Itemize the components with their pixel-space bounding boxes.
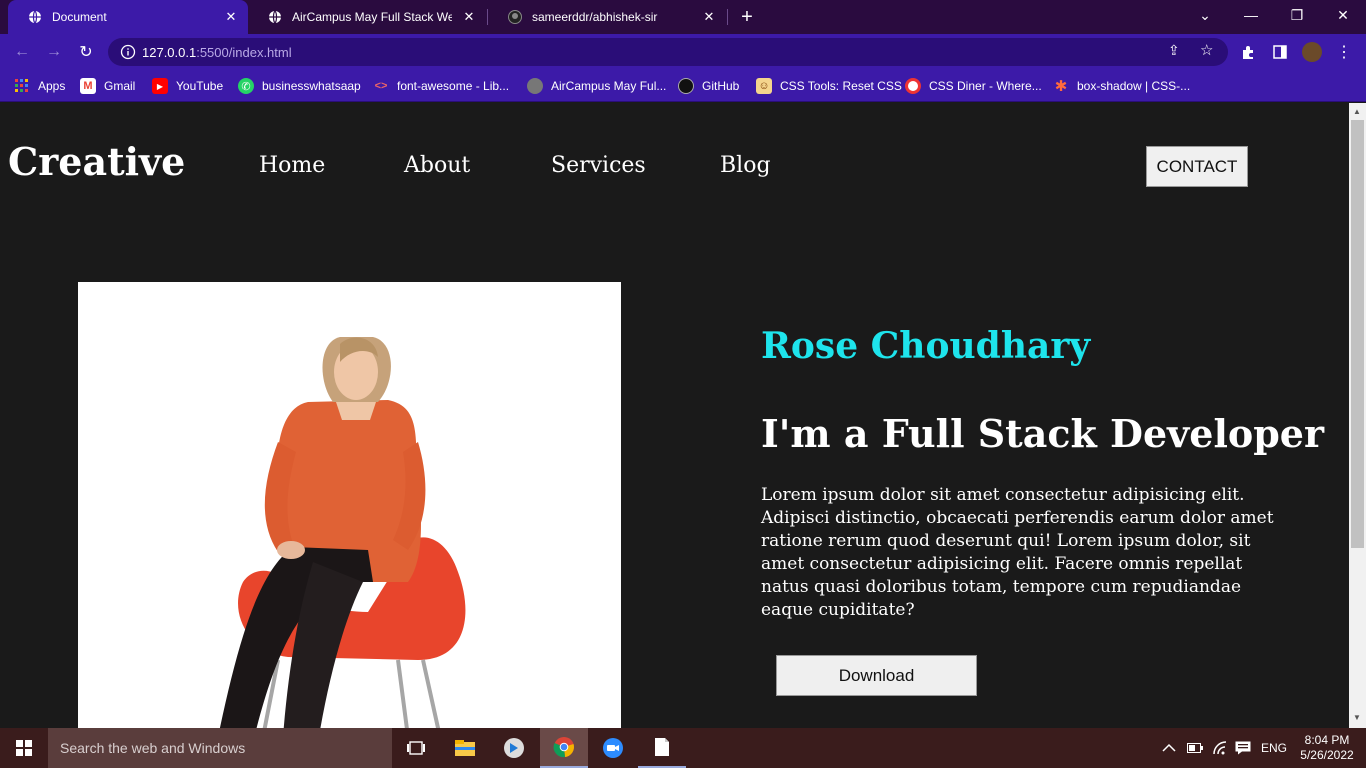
extensions-icon[interactable] xyxy=(1238,42,1258,62)
youtube-icon: ▶ xyxy=(152,78,168,94)
task-view-icon[interactable] xyxy=(392,728,440,768)
profile-photo xyxy=(78,282,621,728)
code-icon: <> xyxy=(374,80,388,92)
address-bar[interactable]: 127.0.0.1:5500/index.html ⇪ ☆ xyxy=(108,38,1228,66)
bookmark-label: CSS Tools: Reset CSS xyxy=(780,79,902,93)
bookmark-apps[interactable]: Apps xyxy=(14,76,65,96)
browser-tab-strip: Document ✕ AirCampus May Full Stack Web … xyxy=(0,0,1366,34)
github-icon xyxy=(508,10,522,24)
nav-blog[interactable]: Blog xyxy=(720,153,771,178)
site-logo[interactable]: Creative xyxy=(8,139,185,184)
language-indicator[interactable]: ENG xyxy=(1261,728,1287,768)
tab-search-chevron-icon[interactable]: ⌄ xyxy=(1182,0,1228,30)
bookmark-label: GitHub xyxy=(702,79,740,93)
notifications-icon[interactable] xyxy=(1235,728,1251,768)
bookmark-font-awesome[interactable]: <> font-awesome - Lib... xyxy=(373,76,510,96)
minimize-icon[interactable]: — xyxy=(1228,0,1274,30)
reload-icon[interactable]: ↻ xyxy=(74,40,98,64)
bookmark-github[interactable]: GitHub xyxy=(678,76,739,96)
css-tools-icon: ☺ xyxy=(756,78,772,94)
profile-name: Rose Choudhary xyxy=(761,325,1091,367)
bookmark-star-icon[interactable]: ☆ xyxy=(1200,41,1213,59)
bookmark-aircampus[interactable]: AirCampus May Ful... xyxy=(527,76,666,96)
bookmark-label: AirCampus May Ful... xyxy=(551,79,667,93)
tab-github[interactable]: sameerddr/abhishek-sir ✕ xyxy=(488,0,726,34)
bookmark-box-shadow[interactable]: ✱ box-shadow | CSS-... xyxy=(1053,76,1190,96)
whatsapp-icon: ✆ xyxy=(238,78,254,94)
bookmark-css-tools[interactable]: ☺ CSS Tools: Reset CSS xyxy=(756,76,902,96)
bookmark-label: box-shadow | CSS-... xyxy=(1077,79,1191,93)
tray-overflow-icon[interactable] xyxy=(1162,728,1176,768)
url-host: 127.0.0.1 xyxy=(142,44,197,60)
close-tab-icon[interactable]: ✕ xyxy=(462,10,476,24)
clock[interactable]: 8:04 PM 5/26/2022 xyxy=(1298,728,1356,768)
chrome-app-icon[interactable] xyxy=(540,728,588,768)
url-text: 127.0.0.1:5500/index.html xyxy=(142,45,292,60)
clock-date: 5/26/2022 xyxy=(1300,748,1354,762)
bookmark-css-diner[interactable]: CSS Diner - Where... xyxy=(905,76,1042,96)
apps-grid-icon xyxy=(14,78,30,94)
bookmark-label: Gmail xyxy=(104,79,136,93)
battery-icon[interactable] xyxy=(1187,728,1203,768)
share-icon[interactable]: ⇪ xyxy=(1168,42,1180,59)
globe-icon xyxy=(527,78,543,94)
profile-avatar[interactable] xyxy=(1302,42,1322,62)
close-tab-icon[interactable]: ✕ xyxy=(702,10,716,24)
nav-home[interactable]: Home xyxy=(259,153,325,178)
tab-label: AirCampus May Full Stack Web D xyxy=(292,10,452,24)
site-info-icon[interactable] xyxy=(120,44,136,60)
css-diner-icon xyxy=(905,78,921,94)
taskbar-search-input[interactable]: Search the web and Windows xyxy=(48,728,392,768)
windows-start-icon[interactable] xyxy=(0,728,48,768)
file-explorer-icon[interactable] xyxy=(441,728,489,768)
profile-bio: Lorem ipsum dolor sit amet consectetur a… xyxy=(761,485,1274,620)
nav-about[interactable]: About xyxy=(404,153,470,178)
tab-document[interactable]: Document ✕ xyxy=(8,0,248,34)
vscode-app-icon[interactable] xyxy=(490,728,538,768)
tab-aircampus[interactable]: AirCampus May Full Stack Web D ✕ xyxy=(248,0,486,34)
scroll-up-icon[interactable]: ▲ xyxy=(1353,107,1361,116)
restore-icon[interactable]: ❐ xyxy=(1274,0,1320,30)
globe-icon xyxy=(268,10,282,24)
profile-role: I'm a Full Stack Developer xyxy=(761,411,1324,456)
forward-icon[interactable]: → xyxy=(42,40,66,64)
globe-icon xyxy=(28,10,42,24)
url-path: :5500/index.html xyxy=(196,44,292,60)
scroll-down-icon[interactable]: ▼ xyxy=(1353,713,1361,722)
notepad-app-icon[interactable] xyxy=(638,728,686,768)
bookmarks-bar: Apps M Gmail ▶ YouTube ✆ businesswhatsaa… xyxy=(0,70,1366,102)
gmail-icon: M xyxy=(80,78,96,94)
clock-time: 8:04 PM xyxy=(1304,733,1350,747)
bookmark-label: CSS Diner - Where... xyxy=(929,79,1042,93)
new-tab-icon[interactable]: + xyxy=(725,2,769,32)
bookmark-youtube[interactable]: ▶ YouTube xyxy=(152,76,223,96)
nav-services[interactable]: Services xyxy=(551,153,646,178)
bookmark-label: businesswhatsaap xyxy=(262,79,361,93)
web-page: Creative Home About Services Blog CONTAC… xyxy=(0,103,1349,728)
star-burst-icon: ✱ xyxy=(1054,78,1068,95)
close-tab-icon[interactable]: ✕ xyxy=(224,10,238,24)
scrollbar-thumb[interactable] xyxy=(1351,120,1364,548)
tab-label: sameerddr/abhishek-sir xyxy=(532,10,658,24)
tab-label: Document xyxy=(52,10,107,24)
menu-dots-icon[interactable]: ⋮ xyxy=(1334,42,1354,62)
contact-button[interactable]: CONTACT xyxy=(1146,146,1248,187)
bookmark-label: Apps xyxy=(38,79,66,93)
bookmark-gmail[interactable]: M Gmail xyxy=(80,76,135,96)
bookmark-label: YouTube xyxy=(176,79,224,93)
close-window-icon[interactable]: ✕ xyxy=(1320,0,1366,30)
zoom-app-icon[interactable] xyxy=(589,728,637,768)
github-icon xyxy=(678,78,694,94)
bookmark-label: font-awesome - Lib... xyxy=(397,79,510,93)
side-panel-icon[interactable] xyxy=(1270,42,1290,62)
back-icon[interactable]: ← xyxy=(10,40,34,64)
bookmark-businesswhatsaap[interactable]: ✆ businesswhatsaap xyxy=(238,76,361,96)
wifi-icon[interactable] xyxy=(1212,728,1228,768)
download-button[interactable]: Download xyxy=(776,655,977,696)
